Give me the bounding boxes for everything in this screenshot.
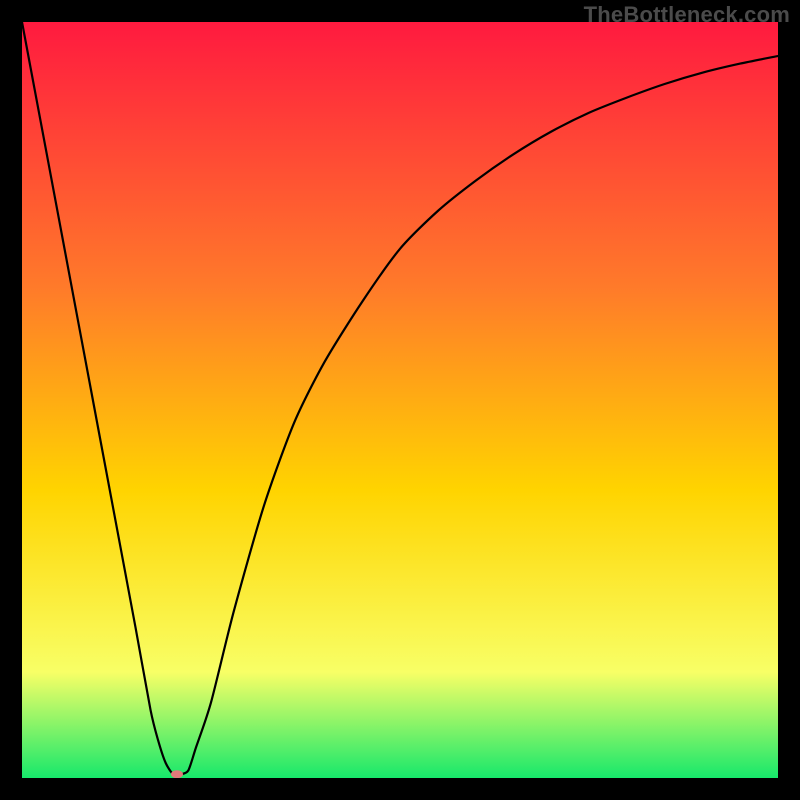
- chart-plot: [22, 22, 778, 778]
- chart-background: [22, 22, 778, 778]
- chart-marker: [171, 770, 183, 778]
- watermark-text: TheBottleneck.com: [584, 2, 790, 28]
- chart-frame: [22, 22, 778, 778]
